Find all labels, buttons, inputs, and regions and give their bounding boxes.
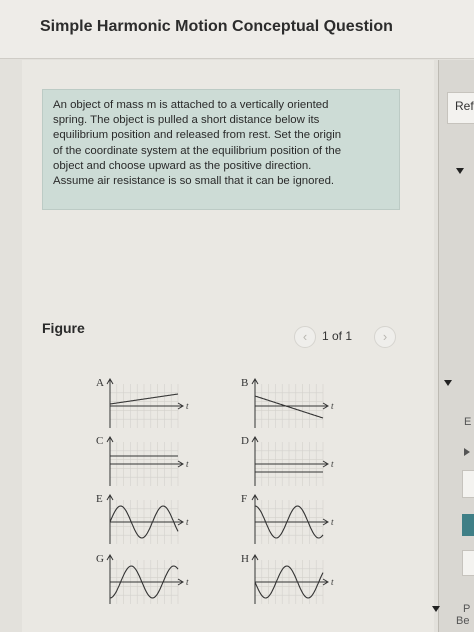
chevron-right-icon[interactable] [464,448,470,456]
problem-text: An object of mass m is attached to a ver… [53,98,393,189]
problem-line: spring. The object is pulled a short dis… [53,114,320,127]
chevron-down-icon[interactable] [456,168,464,174]
graph-F: Ft [241,493,334,544]
graph-C: Ct [96,435,189,486]
figure-graphs: AtBtCtDtEtFtGtHt [86,370,356,632]
graph-label: B [241,377,248,389]
graph-label: A [96,377,104,389]
chevron-down-icon[interactable] [444,380,452,386]
problem-line: Assume air resistance is so small that i… [53,175,335,188]
chevron-down-icon[interactable] [432,606,440,612]
graph-axis-label: t [186,577,189,587]
graph-G: Gt [96,553,189,604]
figure-label: Figure [42,320,85,336]
graph-axis-label: t [186,517,189,527]
graph-axis-label: t [331,517,334,527]
ref-tab[interactable]: Ref [447,92,474,124]
side-letter: E [464,416,472,428]
graph-label: D [241,435,249,447]
graph-axis-label: t [186,401,189,411]
header-bar: Simple Harmonic Motion Conceptual Questi… [0,0,474,59]
graph-axis-label: t [331,401,334,411]
problem-line: An object of mass m is attached to a ver… [53,99,329,111]
graph-axis-label: t [331,577,334,587]
graph-axis-label: t [331,459,334,469]
graph-D: Dt [241,435,334,486]
chevron-right-icon[interactable]: › [374,326,396,348]
graph-E: Et [96,493,189,544]
problem-statement: An object of mass m is attached to a ver… [42,89,400,210]
right-panel [438,60,474,632]
graph-label: H [241,553,249,565]
figure-pager-text: 1 of 1 [322,329,353,343]
graphs-svg: AtBtCtDtEtFtGtHt [96,377,334,604]
side-letter: P [463,603,471,615]
graph-B: Bt [241,377,334,428]
bottom-text: Be [456,615,470,627]
graph-label: F [241,493,247,505]
page-title: Simple Harmonic Motion Conceptual Questi… [40,18,393,35]
graph-label: G [96,553,104,565]
graph-label: E [96,493,103,505]
side-box[interactable] [462,470,474,498]
graph-A: At [96,377,189,428]
graph-axis-label: t [186,459,189,469]
problem-line: equilibrium position and released from r… [53,129,342,142]
chevron-left-icon[interactable]: ‹ [294,326,316,348]
side-box[interactable] [462,550,474,576]
graph-label: C [96,435,103,447]
problem-line: of the coordinate system at the equilibr… [53,144,342,157]
graph-H: Ht [241,553,334,604]
side-teal-button[interactable] [462,514,474,536]
problem-line: object and choose upward as the positive… [53,159,312,172]
